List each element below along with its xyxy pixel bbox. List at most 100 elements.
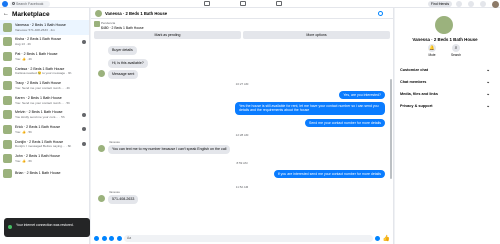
conversation-item[interactable]: Brian · 2 Beds 1 Bath House (0, 166, 89, 181)
outgoing-message: If you are interested send me your conta… (273, 170, 385, 179)
conversation-preview: Vanessa: 571-408-2633 · 4m (15, 27, 55, 32)
thumbs-up-icon[interactable]: 👍 (383, 235, 390, 242)
info-icon[interactable] (378, 10, 383, 16)
conversation-name: Vanessa · 2 Beds 1 Bath House (15, 22, 66, 27)
conversation-item[interactable]: Karen · 2 Beds 1 Bath House You: Send me … (0, 93, 89, 108)
find-friends-button[interactable]: Find friends (428, 0, 452, 7)
sticker-icon[interactable] (109, 235, 114, 241)
listing-thumbnail (3, 81, 12, 91)
chat-title[interactable]: Vanessa · 2 Beds 1 Bath House (105, 11, 167, 16)
participant-avatar (82, 141, 86, 146)
listing-thumbnail (3, 66, 12, 76)
conversation-item[interactable]: Melvin · 2 Beds 1 Bath House You kindly s… (0, 108, 89, 123)
sender-avatar[interactable] (98, 195, 105, 202)
mark-as-pending-button[interactable]: Mark as pending (94, 31, 241, 39)
conversation-name: Karen · 2 Beds 1 Bath House (15, 95, 62, 100)
conversation-preview: You: 👍 · 6h (15, 159, 32, 164)
listing-thumbnail (3, 110, 12, 120)
connection-toast: Your internet connection was restored. (4, 218, 90, 237)
conversation-text: Carissa · 2 Beds 1 Bath House Carissa rea… (15, 67, 83, 76)
message-input[interactable]: Aa (124, 234, 373, 242)
listing-avatar[interactable] (95, 9, 102, 17)
section-label: Media, files and links (400, 92, 438, 96)
message-composer: Aa 👍 (91, 232, 394, 244)
listing-thumbnail (3, 124, 12, 134)
back-arrow-icon[interactable]: ← (3, 11, 9, 17)
conversation-item[interactable]: Erick · 2 Beds 1 Bath House You: 👍 · 5h (0, 122, 89, 137)
conversation-preview: You: Send me your contact numb… · 5h (15, 100, 70, 105)
emoji-icon[interactable] (375, 235, 381, 241)
conversation-preview: You kindly send me your cont… · 5h (15, 115, 65, 120)
chevron-down-icon: ⌄ (486, 103, 490, 108)
conversation-text: Brian · 2 Beds 1 Bath House (15, 171, 83, 176)
participant-avatar (82, 112, 86, 117)
listing-thumbnail (3, 154, 12, 164)
conversation-preview: Aug 13 · 2h (15, 42, 31, 47)
conversation-preview: Carissa reacted 😢 to your message · 3h (15, 71, 72, 76)
search-icon: ⌕ (452, 44, 460, 52)
conversation-name: John · 2 Beds 1 Bath House (15, 154, 60, 159)
facebook-logo-icon[interactable] (2, 1, 8, 7)
chat-members-section[interactable]: Chat members ⌄ (400, 79, 492, 86)
mute-label: Mute (428, 53, 436, 57)
conversation-item[interactable]: Pat · 2 Beds 1 Bath House You: 👍 · 2h (0, 49, 89, 64)
conversation-item[interactable]: Donijin · 2 Beds 1 Bath House Donijin: I … (0, 137, 89, 152)
listing-actions: Mark as pending More options (91, 31, 393, 39)
messenger-icon[interactable] (468, 0, 474, 7)
incoming-message: You can text me to my number because I c… (108, 145, 231, 154)
conversation-text: John · 2 Beds 1 Bath House You: 👍 · 6h (15, 154, 83, 163)
menu-icon[interactable] (456, 0, 462, 7)
mute-button[interactable]: 🔔 Mute (420, 44, 444, 57)
conversation-item[interactable]: Tracy · 2 Beds 1 Bath House You: Send me … (0, 78, 89, 93)
conversation-list-panel: ← Marketplace Vanessa · 2 Beds 1 Bath Ho… (0, 8, 90, 244)
more-options-button[interactable]: More options (243, 31, 390, 39)
participant-avatar (82, 127, 86, 132)
profile-avatar[interactable] (492, 0, 499, 8)
conversation-item[interactable]: John · 2 Beds 1 Bath House You: 👍 · 6h (0, 151, 89, 166)
conversation-text: Tracy · 2 Beds 1 Bath House You: Send me … (15, 81, 83, 90)
participant-avatar (82, 39, 86, 44)
home-icon[interactable] (204, 1, 210, 6)
search-input[interactable]: Search Facebook (10, 1, 50, 7)
sender-avatar[interactable] (98, 70, 105, 77)
conversation-name: Kisha · 2 Beds 1 Bath House (15, 37, 62, 42)
conversation-preview: You: 👍 · 2h (15, 56, 32, 61)
search-label: Search (450, 53, 462, 57)
marketplace-icon[interactable] (276, 1, 282, 6)
conversation-text: Karen · 2 Beds 1 Bath House You: Send me … (15, 96, 83, 105)
plus-icon[interactable] (94, 235, 99, 241)
listing-thumbnail (3, 168, 12, 178)
conversation-item[interactable]: Carissa · 2 Beds 1 Bath House Carissa rea… (0, 64, 89, 79)
conversation-name: Melvin · 2 Beds 1 Bath House (15, 110, 63, 115)
listing-thumbnail (3, 22, 12, 32)
sender-name: Vanessa (109, 190, 120, 194)
customize-chat-section[interactable]: Customize chat ⌄ (400, 67, 492, 74)
conversation-item[interactable]: Kisha · 2 Beds 1 Bath House Aug 13 · 2h (0, 35, 89, 50)
conversation-item[interactable]: Vanessa · 2 Beds 1 Bath House Vanessa: 57… (0, 20, 89, 35)
listing-thumbnail (94, 21, 100, 27)
details-title: Vanessa · 2 Beds 1 Bath House (412, 37, 478, 42)
privacy-support-section[interactable]: Privacy & support ⌄ (400, 103, 492, 110)
gif-icon[interactable] (116, 235, 122, 241)
conversation-preview: You: Send me your contact numb… · 4h (15, 86, 70, 91)
outgoing-message: Yes, are you interested? (339, 91, 385, 100)
chat-avatar (435, 16, 453, 34)
search-chat-button[interactable]: ⌕ Search (444, 44, 468, 57)
timestamp: 10:27 AM (235, 82, 249, 86)
sender-avatar[interactable] (98, 145, 105, 152)
conversation-preview: You: 👍 · 5h (15, 129, 32, 134)
conversation-text: Erick · 2 Beds 1 Bath House You: 👍 · 5h (15, 125, 83, 134)
conversation-text: Melvin · 2 Beds 1 Bath House You kindly s… (15, 110, 83, 119)
notifications-icon[interactable] (480, 0, 486, 7)
video-icon[interactable] (240, 1, 246, 6)
sender-name: Vanessa (109, 140, 120, 144)
image-icon[interactable] (101, 235, 107, 241)
media-files-links-section[interactable]: Media, files and links ⌄ (400, 91, 492, 98)
outgoing-message: Send me your contact number for more det… (305, 119, 385, 128)
listing-summary[interactable]: Pendencia $480 · 2 Beds 1 Bath House (91, 19, 393, 31)
conversation-name: Erick · 2 Beds 1 Bath House (15, 125, 61, 130)
toast-text: Your internet connection was restored. (16, 223, 74, 227)
conversation-text: Donijin · 2 Beds 1 Bath House Donijin: I … (15, 140, 83, 149)
section-label: Privacy & support (400, 104, 433, 108)
message-thread[interactable]: Buyer details Hi, is this available? Messa… (91, 39, 393, 222)
